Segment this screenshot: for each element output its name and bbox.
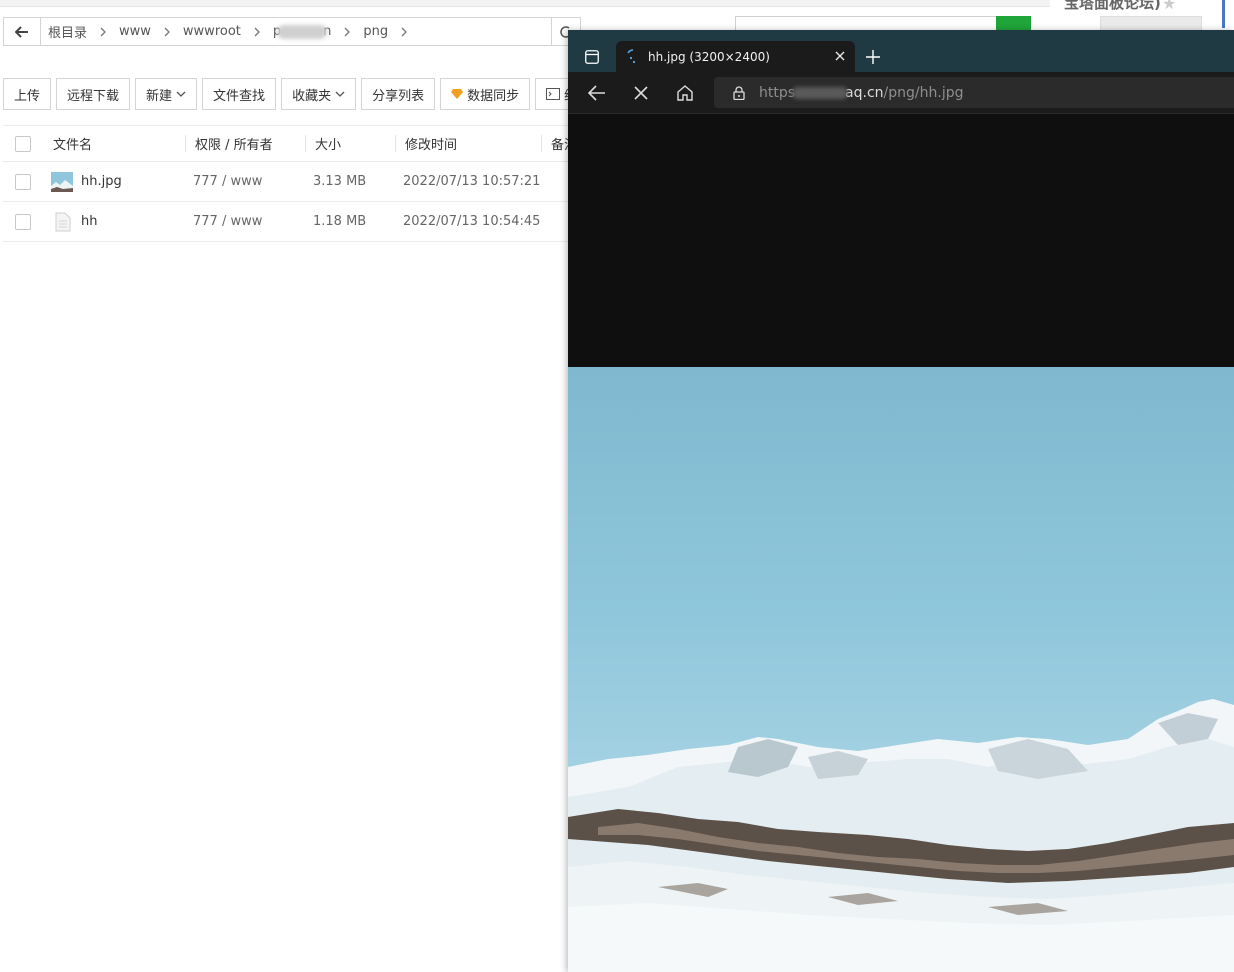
file-name[interactable]: hh.jpg	[81, 162, 122, 201]
row-checkbox[interactable]	[15, 213, 31, 230]
lock-icon	[733, 85, 745, 100]
address-bar[interactable]: https aq.cn/png/hh.jpg	[714, 77, 1234, 108]
crumb-root[interactable]: 根目录	[46, 22, 89, 41]
col-name[interactable]: 文件名	[53, 126, 92, 161]
close-icon	[835, 51, 845, 61]
star-icon[interactable]: ★	[1162, 0, 1176, 13]
row-checkbox-cell	[15, 162, 31, 201]
close-tab-button[interactable]	[833, 49, 847, 63]
file-icon	[55, 202, 71, 241]
home-button[interactable]	[673, 81, 697, 105]
breadcrumb: 根目录 www wwwroot pn png	[46, 18, 418, 45]
mountain-photo	[568, 367, 1234, 972]
remote-download-label: 远程下载	[67, 88, 120, 104]
remote-download-button[interactable]: 远程下载	[56, 78, 131, 110]
new-tab-button[interactable]	[862, 46, 884, 68]
stop-loading-button[interactable]	[629, 81, 653, 105]
chevron-right-icon	[95, 27, 111, 37]
file-search-button[interactable]: 文件查找	[202, 78, 277, 110]
file-perm[interactable]: 777 / www	[193, 162, 262, 201]
data-sync-label: 数据同步	[467, 88, 520, 104]
back-nav-button[interactable]	[585, 81, 609, 105]
arrow-left-icon	[588, 85, 605, 101]
col-perm[interactable]: 权限 / 所有者	[195, 126, 273, 161]
redaction-blur	[792, 86, 849, 99]
chevron-down-icon	[176, 91, 186, 97]
table-row[interactable]: hh.jpg 777 / www 3.13 MB 2022/07/13 10:5…	[3, 162, 578, 202]
file-name[interactable]: hh	[81, 202, 97, 241]
loading-spinner-icon	[627, 48, 636, 63]
arrow-left-icon	[15, 25, 28, 38]
browser-window: hh.jpg (3200×2400) https aq.cn/png/hh.jpg	[568, 30, 1234, 972]
chevron-right-icon	[249, 27, 265, 37]
select-all-checkbox[interactable]	[15, 135, 31, 152]
tab-title: hh.jpg (3200×2400)	[648, 49, 770, 64]
crumb-wwwroot[interactable]: wwwroot	[181, 24, 243, 39]
tab-actions-button[interactable]	[581, 46, 603, 68]
select-all-cell	[15, 126, 31, 161]
tab-hh-jpg[interactable]: hh.jpg (3200×2400)	[616, 41, 855, 72]
new-label: 新建	[146, 88, 173, 104]
column-divider	[305, 135, 306, 152]
upload-label: 上传	[14, 88, 41, 104]
chevron-down-icon	[335, 91, 345, 97]
background-window-title: 宝塔面板论坛)	[1064, 0, 1161, 12]
new-button[interactable]: 新建	[135, 78, 198, 110]
close-icon	[634, 86, 648, 100]
row-checkbox-cell	[15, 202, 31, 241]
data-sync-button[interactable]: 数据同步	[440, 78, 531, 110]
file-search-label: 文件查找	[213, 88, 266, 104]
file-mtime: 2022/07/13 10:54:45	[403, 214, 541, 229]
share-list-button[interactable]: 分享列表	[361, 78, 436, 110]
diamond-icon	[451, 89, 464, 99]
tab-actions-icon	[585, 50, 599, 64]
file-perm[interactable]: 777 / www	[193, 202, 262, 241]
chevron-right-icon	[159, 27, 175, 37]
plus-icon	[866, 50, 880, 64]
terminal-icon	[546, 88, 561, 100]
column-divider	[185, 135, 186, 152]
crumb-www[interactable]: www	[117, 24, 153, 39]
chevron-right-icon	[339, 27, 355, 37]
upload-button[interactable]: 上传	[3, 78, 52, 110]
favorites-button[interactable]: 收藏夹	[281, 78, 357, 110]
crumb-site[interactable]: pn	[271, 24, 334, 39]
favorites-label: 收藏夹	[292, 88, 332, 104]
top-strip	[0, 0, 1050, 7]
url-path: /png/hh.jpg	[883, 84, 964, 101]
window-edge	[1222, 0, 1225, 28]
mountain-landscape	[568, 699, 1234, 972]
file-toolbar: 上传 远程下载 新建 文件查找 收藏夹 分享列表 数据同步 终端	[3, 78, 602, 110]
file-table: 文件名 权限 / 所有者 大小 修改时间 备注 hh.jpg 777 / www…	[3, 125, 578, 242]
back-button[interactable]	[4, 18, 41, 45]
chevron-right-icon	[396, 27, 412, 37]
home-icon	[677, 85, 693, 101]
url-scheme: https	[759, 84, 796, 101]
table-row[interactable]: hh 777 / www 1.18 MB 2022/07/13 10:54:45	[3, 202, 578, 242]
image-thumbnail-icon	[51, 162, 73, 201]
col-size[interactable]: 大小	[315, 126, 341, 161]
path-bar: 根目录 www wwwroot pn png	[3, 17, 581, 46]
crumb-png[interactable]: png	[361, 24, 390, 39]
navigation-bar: https aq.cn/png/hh.jpg	[568, 72, 1234, 114]
column-divider	[395, 135, 396, 152]
column-divider	[541, 135, 542, 152]
file-size: 3.13 MB	[313, 174, 367, 189]
col-mtime[interactable]: 修改时间	[405, 126, 457, 161]
table-header: 文件名 权限 / 所有者 大小 修改时间 备注	[3, 125, 578, 162]
redaction-blur	[277, 24, 328, 39]
row-checkbox[interactable]	[15, 173, 31, 190]
url-host: aq.cn	[845, 84, 884, 101]
tab-strip: hh.jpg (3200×2400)	[568, 30, 1234, 72]
file-size: 1.18 MB	[313, 214, 367, 229]
file-mtime: 2022/07/13 10:57:21	[403, 174, 541, 189]
image-viewport	[568, 114, 1234, 972]
share-list-label: 分享列表	[372, 88, 425, 104]
